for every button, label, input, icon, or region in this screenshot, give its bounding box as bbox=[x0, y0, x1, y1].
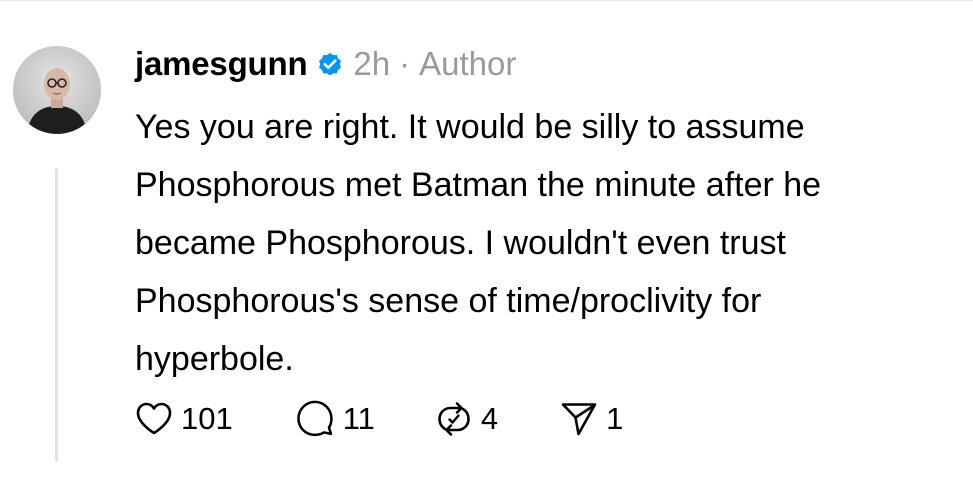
verified-badge-icon bbox=[316, 50, 344, 78]
post-text-line: became Phosphorous. I wouldn't even trus… bbox=[135, 224, 786, 262]
meta-separator: · bbox=[399, 45, 411, 82]
profile-photo bbox=[13, 46, 101, 134]
repost-count: 4 bbox=[480, 401, 499, 436]
action-bar: 101 11 4 1 bbox=[135, 396, 623, 442]
repost-icon bbox=[438, 402, 470, 436]
post-text-line: Yes you are right. It would be silly to … bbox=[135, 108, 805, 146]
like-count: 101 bbox=[181, 401, 233, 436]
post-header: jamesgunn 2h · Author bbox=[135, 42, 516, 86]
comment-icon bbox=[296, 400, 333, 437]
heart-icon bbox=[136, 402, 172, 435]
post-timestamp[interactable]: 2h bbox=[353, 45, 390, 83]
username-link[interactable]: jamesgunn bbox=[135, 45, 308, 83]
post-text: Yes you are right. It would be silly to … bbox=[135, 98, 955, 388]
repost-button[interactable]: 4 bbox=[435, 401, 498, 437]
like-button[interactable]: 101 bbox=[135, 401, 233, 437]
share-count: 1 bbox=[606, 401, 624, 436]
top-divider bbox=[0, 0, 973, 1]
author-label: Author bbox=[419, 45, 517, 82]
share-button[interactable]: 1 bbox=[560, 401, 623, 437]
send-icon bbox=[561, 403, 597, 436]
post-text-line: hyperbole. bbox=[135, 340, 294, 378]
reply-count: 11 bbox=[342, 401, 375, 436]
avatar[interactable] bbox=[13, 46, 101, 134]
post-text-line: Phosphorous's sense of time/proclivity f… bbox=[135, 282, 762, 320]
thread-line bbox=[55, 168, 58, 462]
reply-button[interactable]: 11 bbox=[296, 400, 375, 438]
post-text-line: Phosphorous met Batman the minute after … bbox=[135, 166, 822, 204]
